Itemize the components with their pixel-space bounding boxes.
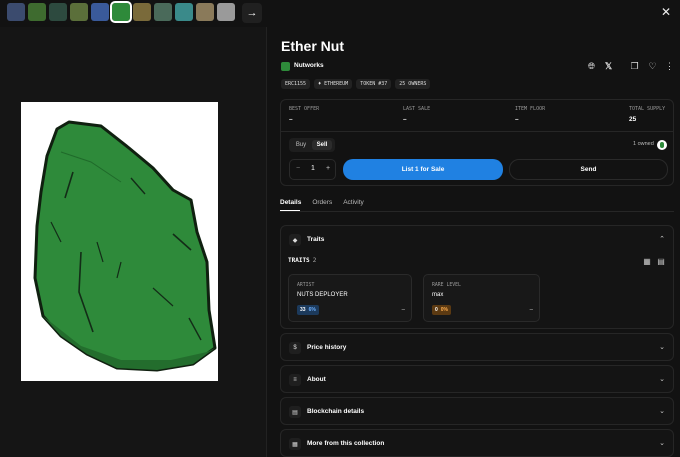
x-twitter-icon[interactable]: 𝕏 [603, 61, 614, 72]
trait-type: RARE LEVEL [432, 283, 461, 288]
blockchain-details-title: Blockchain details [307, 408, 365, 415]
nft-artwork[interactable] [21, 102, 218, 381]
traits-header: TRAITS 2 [288, 257, 316, 264]
list-view-icon[interactable]: ▤ [656, 256, 666, 266]
thumbnail-2[interactable] [28, 3, 46, 21]
more-from-collection-panel[interactable]: ▦ More from this collection ⌄ [280, 429, 674, 457]
owner-avatar [657, 140, 667, 150]
trait-value: NUTS DEPLOYER [297, 292, 348, 298]
traits-title[interactable]: Traits [307, 236, 324, 243]
nut-image [33, 120, 217, 372]
chevron-down-icon: ⌄ [659, 344, 665, 351]
minus-icon[interactable]: − [296, 165, 300, 172]
more-icon[interactable]: ⋮ [664, 61, 675, 72]
thumbnail-9[interactable] [175, 3, 193, 21]
chip-token-id: TOKEN #37 [356, 79, 392, 89]
copy-icon[interactable]: ❐ [629, 61, 640, 72]
arrow-right-icon: → [246, 7, 258, 19]
trait-rarity-badge: 0 0% [432, 305, 452, 315]
collection-grid-icon: ▦ [289, 438, 301, 450]
trait-percent: 0% [440, 307, 449, 313]
trait-card-rare-level[interactable]: RARE LEVEL max 0 0% – [423, 274, 540, 322]
trait-floor: – [529, 307, 533, 313]
thumbnail-5[interactable] [91, 3, 109, 21]
tabs-divider [280, 211, 674, 212]
best-offer-value: – [289, 116, 293, 123]
thumbnail-7[interactable] [133, 3, 151, 21]
item-floor-value: – [515, 116, 519, 123]
pane-divider [266, 27, 267, 457]
price-history-title: Price history [307, 344, 347, 351]
trait-type: ARTIST [297, 283, 315, 288]
send-button[interactable]: Send [509, 159, 668, 180]
heart-icon[interactable]: ♡ [647, 61, 658, 72]
last-sale-value: – [403, 116, 407, 123]
quantity-value[interactable]: 1 [311, 165, 315, 172]
close-button[interactable]: ✕ [658, 4, 674, 20]
thumbnail-11[interactable] [217, 3, 235, 21]
chip-chain: ♦ ETHEREUM [314, 79, 353, 89]
about-panel[interactable]: ≡ About ⌄ [280, 365, 674, 393]
thumbnail-8[interactable] [154, 3, 172, 21]
owned-count: 1 owned [633, 141, 654, 147]
blockchain-icon: ▤ [289, 406, 301, 418]
thumbnail-6[interactable] [110, 1, 132, 23]
trait-count: 0 [435, 307, 438, 313]
blockchain-details-panel[interactable]: ▤ Blockchain details ⌄ [280, 397, 674, 425]
buy-sell-toggle: Buy Sell [289, 138, 335, 152]
sell-toggle[interactable]: Sell [312, 140, 332, 150]
tab-activity[interactable]: Activity [343, 199, 364, 206]
tab-orders[interactable]: Orders [312, 199, 332, 206]
traits-count: 2 [312, 257, 317, 264]
item-title: Ether Nut [281, 38, 344, 54]
chevron-down-icon: ⌄ [659, 376, 665, 383]
stats-divider [281, 131, 673, 132]
dollar-icon: $ [289, 342, 301, 354]
chip-owners[interactable]: 25 OWNERS [395, 79, 431, 89]
last-sale-label: LAST SALE [403, 106, 431, 112]
trait-value: max [432, 292, 444, 298]
total-supply-label: TOTAL SUPPLY [629, 106, 666, 112]
trait-floor: – [401, 307, 405, 313]
chevron-down-icon: ⌄ [659, 408, 665, 415]
trade-panel: BEST OFFER – LAST SALE – ITEM FLOOR – TO… [280, 99, 674, 186]
plus-icon[interactable]: + [326, 165, 330, 172]
item-floor-label: ITEM FLOOR [515, 106, 546, 112]
thumbnail-3[interactable] [49, 3, 67, 21]
grid-view-icon[interactable]: ▦ [642, 256, 652, 266]
best-offer-label: BEST OFFER [289, 106, 320, 112]
list-for-sale-button[interactable]: List 1 for Sale [343, 159, 503, 180]
tab-details[interactable]: Details [280, 199, 301, 206]
chip-standard: ERC1155 [281, 79, 311, 89]
traits-label: TRAITS [288, 257, 310, 264]
thumbnail-4[interactable] [70, 3, 88, 21]
item-chips: ERC1155 ♦ ETHEREUM TOKEN #37 25 OWNERS [281, 79, 431, 89]
buy-toggle[interactable]: Buy [292, 140, 310, 150]
next-button[interactable]: → [242, 3, 262, 23]
thumbnail-1[interactable] [7, 3, 25, 21]
close-icon: ✕ [660, 5, 672, 19]
top-bar: → ✕ [0, 0, 680, 26]
globe-icon[interactable]: 🌐︎ [586, 61, 597, 72]
price-history-panel[interactable]: $ Price history ⌄ [280, 333, 674, 361]
trait-card-artist[interactable]: ARTIST NUTS DEPLOYER 33 6% – [288, 274, 412, 322]
chevron-up-icon[interactable]: ⌃ [659, 235, 665, 243]
trait-rarity-badge: 33 6% [297, 305, 319, 315]
traits-panel: ◆ Traits ⌃ TRAITS 2 ▦ ▤ ARTIST NUTS DEPLO… [280, 225, 674, 329]
total-supply-value: 25 [629, 116, 637, 123]
detail-tabs: Details Orders Activity [280, 199, 364, 206]
trait-count: 33 [300, 307, 306, 313]
quantity-stepper: − 1 + [289, 159, 336, 180]
collection-avatar[interactable] [281, 62, 290, 71]
trait-percent: 6% [308, 307, 316, 313]
traits-icon: ◆ [289, 234, 301, 246]
more-from-collection-title: More from this collection [307, 440, 385, 447]
collection-link[interactable]: Nutworks [294, 62, 324, 69]
about-icon: ≡ [289, 374, 301, 386]
chevron-down-icon: ⌄ [659, 440, 665, 447]
about-title: About [307, 376, 326, 383]
thumbnail-10[interactable] [196, 3, 214, 21]
